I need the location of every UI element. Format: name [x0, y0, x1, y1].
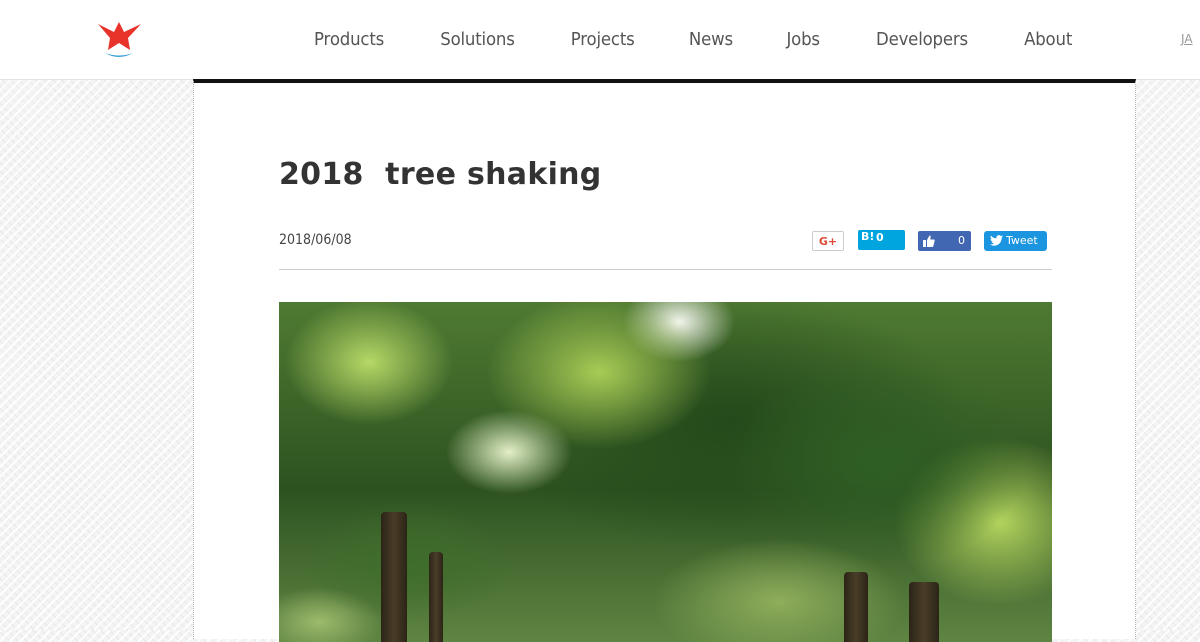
article-card: 2018 tree shaking 2018/06/08 G+ B! 0 0 T… — [193, 79, 1136, 642]
google-plus-icon: G+ — [818, 234, 838, 248]
google-plus-share-button[interactable]: G+ — [812, 231, 844, 251]
tweet-button[interactable]: Tweet — [984, 231, 1047, 251]
site-header: Products Solutions Projects News Jobs De… — [0, 0, 1200, 80]
tree-trunk — [429, 552, 443, 642]
nav-item-news[interactable]: News — [666, 29, 756, 50]
tree-trunk — [381, 512, 407, 642]
main-nav: Products Solutions Projects News Jobs De… — [286, 0, 1099, 79]
nav-item-developers[interactable]: Developers — [853, 29, 991, 50]
nav-item-jobs[interactable]: Jobs — [764, 29, 843, 50]
language-switch-link[interactable]: JA — [1181, 32, 1193, 46]
facebook-like-button[interactable]: 0 — [918, 231, 971, 251]
facebook-like-count: 0 — [958, 234, 965, 247]
hatena-bookmark-count: 0 — [876, 231, 884, 244]
nav-item-products[interactable]: Products — [291, 29, 407, 50]
article-title: 2018 tree shaking — [279, 157, 602, 192]
nav-item-about[interactable]: About — [1001, 29, 1095, 50]
site-logo[interactable] — [98, 22, 144, 60]
nav-item-projects[interactable]: Projects — [548, 29, 658, 50]
thumbs-up-icon — [923, 235, 935, 247]
twitter-bird-icon — [990, 235, 1003, 246]
article-meta: 2018/06/08 G+ B! 0 0 Tweet — [279, 223, 1052, 270]
tweet-label: Tweet — [1006, 234, 1038, 247]
hatena-bookmark-icon: B! — [861, 230, 875, 243]
post-date: 2018/06/08 — [279, 232, 352, 248]
tree-trunk — [844, 572, 868, 642]
article-hero-image — [279, 302, 1052, 642]
tree-trunk — [909, 582, 939, 642]
nav-item-solutions[interactable]: Solutions — [417, 29, 537, 50]
hatena-bookmark-button[interactable]: B! 0 — [858, 230, 905, 250]
